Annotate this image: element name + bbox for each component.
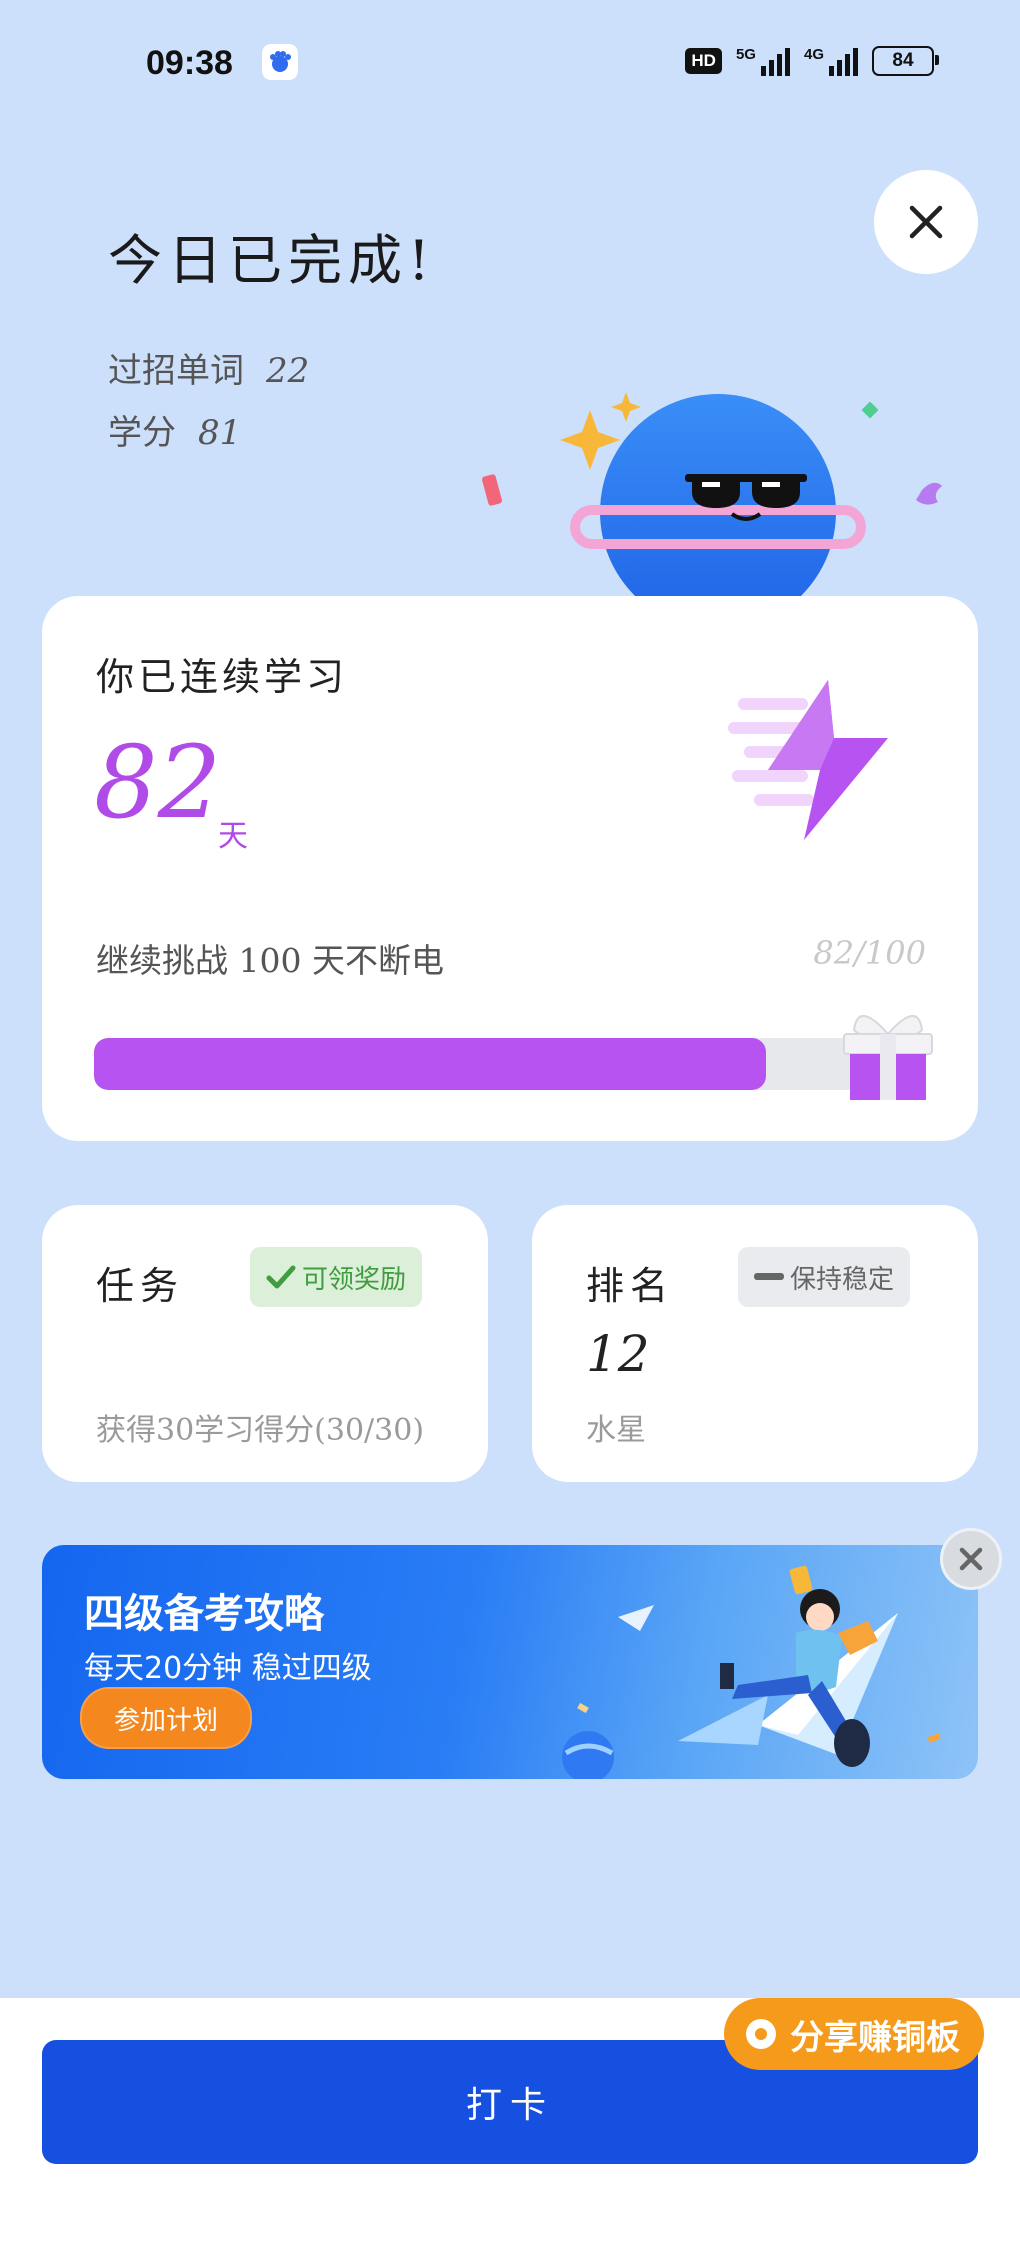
rank-card[interactable]: 排名 保持稳定 12 水星 — [532, 1205, 978, 1482]
rank-title: 排名 — [586, 1264, 675, 1308]
credits-value: 81 — [198, 413, 242, 453]
words-stat: 过招单词 22 — [108, 340, 309, 402]
streak-label: 你已连续学习 — [96, 655, 349, 699]
student-plane-illustration — [562, 1565, 941, 1779]
hd-icon: HD — [685, 48, 722, 74]
signal-5g-icon: 5G — [736, 46, 790, 76]
rank-status-badge: 保持稳定 — [738, 1247, 911, 1307]
claim-reward-badge[interactable]: 可领奖励 — [250, 1247, 423, 1307]
close-button[interactable] — [874, 170, 978, 274]
net-label-4g: 4G — [803, 46, 824, 63]
credits-label: 学分 — [108, 413, 176, 453]
status-indicators: HD 5G 4G 84 — [685, 46, 939, 76]
progress-text: 82/100 — [813, 934, 926, 972]
rank-subtitle: 水星 — [586, 1413, 646, 1448]
claim-reward-label: 可领奖励 — [302, 1264, 407, 1295]
words-label: 过招单词 — [108, 351, 244, 391]
planet-mascot-illustration — [482, 392, 942, 610]
battery-icon: 84 — [872, 46, 939, 76]
streak-card: 你已连续学习 82 天 继续挑战 100 天不断电 82/100 — [42, 596, 978, 1141]
task-card[interactable]: 任务 可领奖励 获得30学习得分(30/30) — [42, 1205, 488, 1482]
signal-4g-icon: 4G — [804, 46, 858, 76]
today-stats: 过招单词 22 学分 81 — [108, 340, 309, 464]
gift-icon[interactable] — [840, 1012, 936, 1102]
streak-unit: 天 — [218, 819, 248, 854]
share-label: 分享赚铜板 — [790, 2017, 960, 2058]
task-title: 任务 — [96, 1264, 185, 1308]
baidu-app-icon — [262, 44, 298, 80]
share-earn-button[interactable]: 分享赚铜板 — [724, 1998, 984, 2070]
page-title: 今日已完成! — [108, 229, 436, 292]
promo-banner[interactable]: 四级备考攻略 每天20分钟 稳过四级 参加计划 — [42, 1545, 978, 1779]
close-icon — [909, 205, 943, 239]
streak-progress-fill — [94, 1038, 767, 1090]
status-time: 09:38 — [146, 44, 233, 82]
task-subtitle: 获得30学习得分(30/30) — [96, 1413, 425, 1448]
dash-icon — [754, 1273, 784, 1280]
coin-icon — [746, 2019, 776, 2049]
rank-status-label: 保持稳定 — [790, 1264, 895, 1295]
check-icon — [266, 1265, 296, 1289]
join-plan-button[interactable]: 参加计划 — [80, 1687, 253, 1749]
challenge-text: 继续挑战 100 天不断电 — [96, 941, 444, 980]
close-icon — [959, 1547, 983, 1571]
banner-title: 四级备考攻略 — [84, 1591, 324, 1637]
lightning-icon — [728, 680, 888, 840]
words-value: 22 — [266, 351, 310, 391]
banner-close-button[interactable] — [940, 1528, 1002, 1590]
streak-days: 82 — [94, 724, 222, 841]
streak-progress-bar — [94, 1038, 914, 1090]
battery-level: 84 — [892, 50, 914, 71]
credits-stat: 学分 81 — [108, 402, 309, 464]
net-label-5g: 5G — [735, 46, 756, 63]
banner-subtitle: 每天20分钟 稳过四级 — [84, 1651, 372, 1686]
rank-number: 12 — [586, 1325, 650, 1383]
